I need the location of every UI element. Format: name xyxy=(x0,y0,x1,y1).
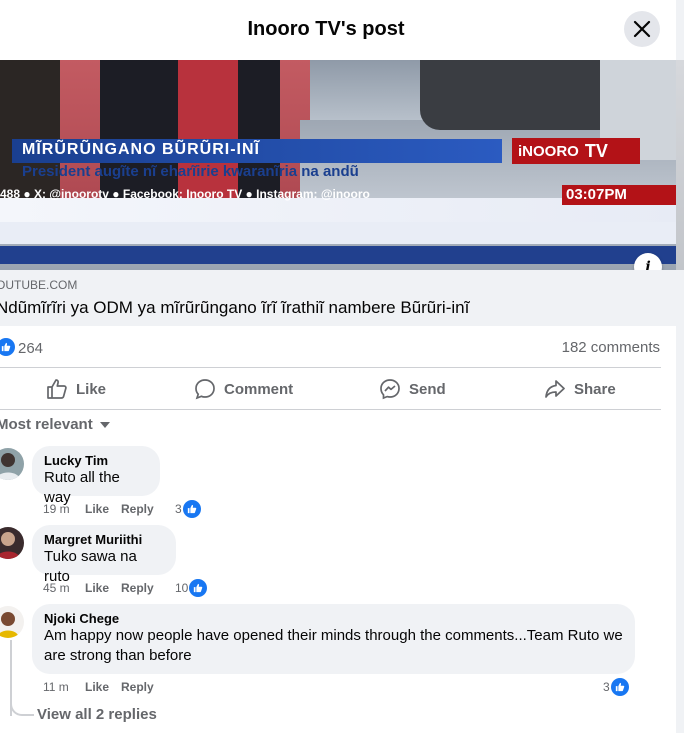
like-reaction-icon xyxy=(189,579,208,597)
comment-actions: 11 m Like Reply xyxy=(43,680,166,694)
view-replies-link[interactable]: View all 2 replies xyxy=(37,706,157,723)
comment-bubble: Njoki Chege Am happy now people have ope… xyxy=(32,604,635,674)
close-button[interactable] xyxy=(624,11,660,47)
post-dialog-header: Inooro TV's post xyxy=(0,0,676,60)
sort-label: Most relevant xyxy=(0,416,93,433)
background-strip xyxy=(676,60,684,270)
video-headline: MĨRŨRŨNGANO BŨRŨRI-INĨ xyxy=(22,141,260,158)
avatar[interactable] xyxy=(0,527,24,559)
share-label: Share xyxy=(574,380,616,398)
close-icon xyxy=(633,20,651,38)
comment-reply-button[interactable]: Reply xyxy=(121,581,154,595)
comment-reaction-count: 10 xyxy=(175,581,189,595)
comment-time[interactable]: 19 m xyxy=(43,502,85,516)
send-button[interactable]: Send xyxy=(379,378,446,400)
divider xyxy=(0,367,661,368)
comment-reactions[interactable]: 3 xyxy=(603,678,629,696)
video-subline: President augĩte nĩ eharĩirie kwaranĩria… xyxy=(22,163,359,180)
like-count-icon xyxy=(0,338,15,357)
comment-time[interactable]: 45 m xyxy=(43,581,85,595)
caret-down-icon xyxy=(99,421,110,428)
comment-time[interactable]: 11 m xyxy=(43,680,85,694)
reply-thread-curve xyxy=(10,694,34,716)
link-title[interactable]: Ndũmĩrĩri ya ODM ya mĩrũrũngano ĩrĩ ĩrat… xyxy=(0,298,469,318)
video-time: 03:07PM xyxy=(562,185,676,205)
send-label: Send xyxy=(409,380,446,398)
comment-label: Comment xyxy=(224,380,294,398)
comment-reaction-count: 3 xyxy=(603,680,610,694)
share-icon xyxy=(545,380,565,398)
comment-reply-button[interactable]: Reply xyxy=(121,680,154,694)
comment-like-button[interactable]: Like xyxy=(85,680,109,694)
commenter-name[interactable]: Margret Muriithi xyxy=(44,532,164,547)
brand-tv: TV xyxy=(584,140,608,161)
comment-bubble: Lucky Tim Ruto all the way xyxy=(32,446,160,506)
commenter-name[interactable]: Njoki Chege xyxy=(44,611,623,626)
like-button[interactable]: Like xyxy=(46,378,106,400)
comment-text-line-2: are strong than before xyxy=(44,647,192,664)
commenter-name[interactable]: Lucky Tim xyxy=(44,453,148,468)
like-reaction-icon xyxy=(182,500,201,518)
video-brand-logo: iNOORO TV xyxy=(512,138,640,164)
video-ticker: 488 ● X: @inoorotv ● Facebook: Inooro TV… xyxy=(0,187,370,201)
messenger-icon xyxy=(380,379,400,400)
dialog-title: Inooro TV's post xyxy=(247,18,405,40)
avatar[interactable] xyxy=(0,448,24,480)
comment-text-line-1: Am happy now people have opened their mi… xyxy=(44,627,623,644)
reaction-count[interactable]: 264 xyxy=(18,340,43,357)
avatar[interactable] xyxy=(0,606,24,638)
like-label: Like xyxy=(76,380,107,398)
comment-actions: 45 m Like Reply xyxy=(43,581,166,595)
comment-like-button[interactable]: Like xyxy=(85,581,109,595)
link-domain: OUTUBE.COM xyxy=(0,278,78,292)
comment-actions: 19 m Like Reply xyxy=(43,502,166,516)
video-subline-bg xyxy=(0,222,676,244)
like-reaction-icon xyxy=(610,678,629,696)
comment-button[interactable]: Comment xyxy=(194,378,293,400)
comment-reactions[interactable]: 3 xyxy=(175,500,201,518)
video-ticker-bg xyxy=(0,246,676,264)
comment-count[interactable]: 182 comments xyxy=(562,339,660,356)
comment-reaction-count: 3 xyxy=(175,502,182,516)
brand-name: iNOORO xyxy=(518,142,579,160)
comment-icon xyxy=(195,379,215,400)
share-button[interactable]: Share xyxy=(544,378,616,400)
comment-like-button[interactable]: Like xyxy=(85,502,109,516)
divider xyxy=(0,409,661,410)
comment-reply-button[interactable]: Reply xyxy=(121,502,154,516)
comment-reactions[interactable]: 10 xyxy=(175,579,208,597)
sort-dropdown[interactable]: Most relevant xyxy=(0,416,111,433)
thumbs-up-icon xyxy=(47,379,67,399)
comment-bubble: Margret Muriithi Tuko sawa na ruto xyxy=(32,525,176,585)
